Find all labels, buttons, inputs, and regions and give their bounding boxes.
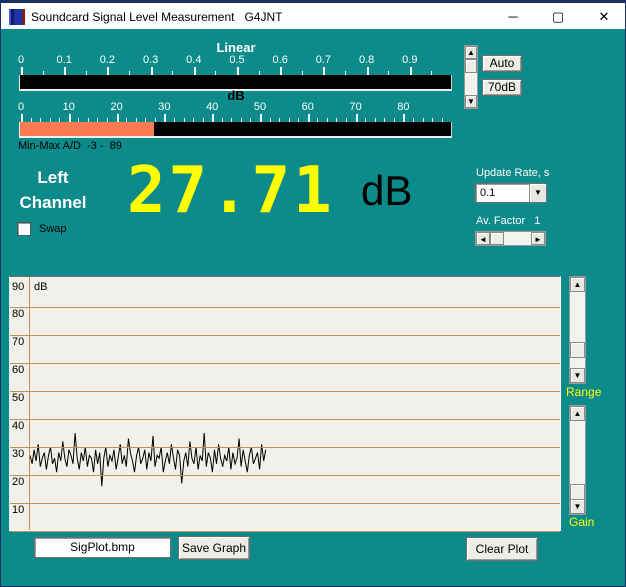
scale-tick-label: 70: [349, 101, 361, 113]
plot-gridline: [10, 475, 560, 476]
scale-tick-label: 20: [110, 101, 122, 113]
range-up-icon[interactable]: ▲: [570, 277, 585, 292]
scale-tick-label: 80: [397, 101, 409, 113]
range-thumb[interactable]: [570, 342, 585, 358]
update-rate-combobox[interactable]: 0.1 ▼: [475, 183, 547, 203]
plot-y-tick-label: 60: [12, 364, 24, 376]
plot-gridline: [10, 363, 560, 364]
gain-scrollbar[interactable]: ▲ ▼: [569, 405, 586, 515]
app-icon: [9, 9, 25, 25]
plot-gridline: [10, 503, 560, 504]
scale-tick-label: 0: [18, 101, 24, 113]
auto-button[interactable]: Auto: [482, 55, 522, 72]
update-rate-label: Update Rate, s: [476, 167, 549, 179]
scrollbar-down-icon[interactable]: ▼: [465, 95, 477, 108]
scale-tick-label: 50: [254, 101, 266, 113]
filename-input[interactable]: SigPlot.bmp: [34, 537, 171, 558]
av-factor-label: Av. Factor 1: [476, 215, 540, 227]
scrollbar-left-icon[interactable]: ◄: [476, 232, 490, 245]
update-rate-value: 0.1: [480, 187, 495, 199]
gain-down-icon[interactable]: ▼: [570, 499, 585, 514]
clear-plot-button[interactable]: Clear Plot: [466, 537, 538, 561]
channel-line2: Channel: [7, 190, 99, 215]
channel-label: Left Channel: [7, 165, 99, 215]
plot-y-tick-label: 10: [12, 504, 24, 516]
plot-y-tick-label: 40: [12, 420, 24, 432]
gain-label: Gain: [569, 515, 594, 529]
swap-checkbox[interactable]: [17, 222, 31, 236]
av-factor-label-text: Av. Factor: [476, 215, 525, 227]
scale-tick-label: 0.4: [186, 54, 201, 66]
plot-y-tick-label: 20: [12, 476, 24, 488]
scale-tick-label: 0.9: [402, 54, 417, 66]
minmax-text: Min-Max A/D -3 - 89: [18, 140, 122, 152]
av-factor-value: 1: [534, 215, 540, 227]
channel-line1: Left: [7, 165, 99, 190]
range-scrollbar[interactable]: ▲ ▼: [569, 276, 586, 384]
scale-tick-label: 0.8: [359, 54, 374, 66]
scale-tick-label: 0.2: [100, 54, 115, 66]
combo-dropdown-icon[interactable]: ▼: [529, 184, 546, 202]
save-graph-button[interactable]: Save Graph: [178, 536, 250, 560]
plot-y-tick-label: 80: [12, 308, 24, 320]
plot-y-tick-label: 70: [12, 336, 24, 348]
av-factor-thumb[interactable]: [490, 232, 504, 245]
scale-tick-label: 0.6: [273, 54, 288, 66]
scale-tick-label: 40: [206, 101, 218, 113]
plot-gridline: [10, 447, 560, 448]
gain-thumb[interactable]: [570, 484, 585, 500]
db-meter-bar: [19, 122, 452, 138]
av-factor-scrollbar[interactable]: ◄ ►: [475, 231, 546, 246]
close-button[interactable]: ✕: [582, 3, 626, 30]
swap-label: Swap: [39, 223, 67, 235]
scale-tick-label: 0.5: [229, 54, 244, 66]
scrollbar-right-icon[interactable]: ►: [531, 232, 545, 245]
minimize-button[interactable]: ─: [491, 3, 535, 30]
scale-70db-button[interactable]: 70dB: [482, 79, 522, 96]
window-title: Soundcard Signal Level Measurement G4JNT: [31, 10, 282, 24]
plot-gridline: [10, 419, 560, 420]
scale-tick-label: 0: [18, 54, 24, 66]
plot-gridline: [10, 335, 560, 336]
db-meter-fill: [20, 122, 154, 136]
plot-gridline: [10, 307, 560, 308]
db-readout-unit: dB: [361, 167, 412, 215]
signal-trace: [10, 277, 560, 530]
scale-tick-label: 60: [302, 101, 314, 113]
plot-gridline: [10, 391, 560, 392]
linear-meter-title: Linear: [196, 40, 276, 55]
plot-y-tick-label: 50: [12, 392, 24, 404]
maximize-button[interactable]: ▢: [536, 3, 580, 30]
title-bar: Soundcard Signal Level Measurement G4JNT…: [1, 1, 625, 29]
meter-range-scrollbar[interactable]: ▲ ▼: [464, 45, 478, 109]
scale-tick-label: 0.3: [143, 54, 158, 66]
plot-unit-label: dB: [34, 281, 47, 293]
db-readout-value: 27.71: [127, 154, 335, 228]
scale-tick-label: 30: [158, 101, 170, 113]
scale-tick-label: 0.7: [316, 54, 331, 66]
plot-y-tick-label: 30: [12, 448, 24, 460]
db-meter-scale: 0 10 20 30 40 50 60 70 80: [19, 101, 455, 123]
signal-plot: dB 90 80 70 60 50 40 30 20 10: [9, 276, 561, 531]
plot-y-axis: [29, 277, 30, 530]
plot-gridline: [10, 531, 560, 532]
app-window: Soundcard Signal Level Measurement G4JNT…: [0, 0, 626, 587]
scale-tick-label: 10: [63, 101, 75, 113]
scale-tick-label: 0.1: [57, 54, 72, 66]
scrollbar-up-icon[interactable]: ▲: [465, 46, 477, 59]
scrollbar-thumb[interactable]: [465, 59, 477, 73]
plot-y-tick-label: 90: [12, 281, 24, 293]
range-down-icon[interactable]: ▼: [570, 368, 585, 383]
gain-up-icon[interactable]: ▲: [570, 406, 585, 421]
linear-meter-scale: 0 0.1 0.2 0.3 0.4 0.5 0.6 0.7 0.8 0.9: [19, 54, 455, 76]
range-label: Range: [566, 385, 601, 399]
